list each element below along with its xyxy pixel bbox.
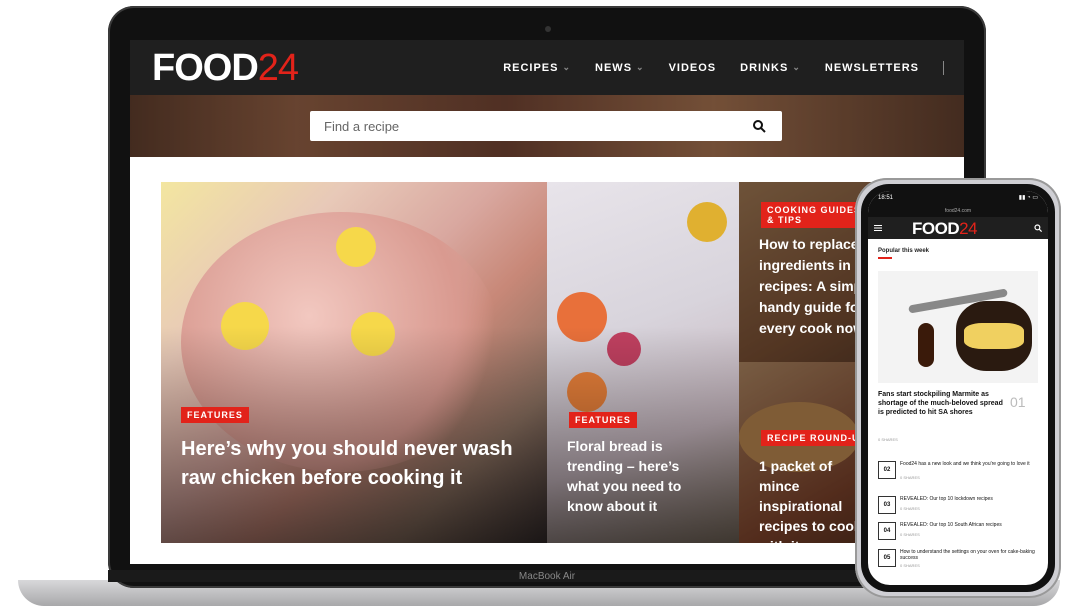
nav-videos[interactable]: VIDEOS [669, 62, 717, 74]
nav-recipes[interactable]: RECIPES ⌄ [503, 62, 571, 74]
search-bar[interactable] [310, 111, 782, 141]
share-count: 0 SHARES [900, 563, 920, 568]
phone-time: 18:51 [878, 195, 894, 201]
laptop-label: MacBook Air [518, 571, 576, 582]
signal-icon: ▮▮ ◔ ▭ [1018, 195, 1038, 201]
list-item-title: How to understand the settings on your o… [900, 549, 1035, 561]
article-headline[interactable]: Here’s why you should never wash raw chi… [181, 435, 531, 493]
list-item[interactable]: 03 REVEALED: Our top 10 lockdown recipes… [878, 496, 1038, 522]
rank-badge: 05 [878, 549, 896, 567]
list-item[interactable]: 05 How to understand the settings on you… [878, 549, 1038, 575]
heading-underline [878, 257, 892, 259]
phone-site-logo[interactable]: FOOD24 [912, 219, 978, 238]
category-tag[interactable]: FEATURES [569, 412, 637, 428]
popular-heading: Popular this week [878, 248, 930, 254]
menu-icon[interactable] [874, 224, 882, 232]
nav-news[interactable]: NEWS ⌄ [595, 62, 645, 74]
search-input[interactable] [322, 117, 746, 135]
logo-main: FOOD [912, 219, 960, 238]
nav-label: RECIPES [503, 61, 559, 74]
drip-image [918, 323, 934, 367]
list-item[interactable]: 02 Food24 has a new look and we think yo… [878, 461, 1038, 487]
share-count: 0 SHARES [878, 437, 898, 442]
featured-article-chicken[interactable]: FEATURES Here’s why you should never was… [161, 182, 547, 543]
list-item-title: REVEALED: Our top 10 lockdown recipes [900, 496, 993, 502]
site-logo[interactable]: FOOD24 [152, 47, 299, 89]
nav-drinks[interactable]: DRINKS ⌄ [740, 62, 801, 74]
camera-icon [545, 26, 551, 32]
site-header: FOOD24 RECIPES ⌄ NEWS ⌄ VIDEOS DRINKS ⌄ NEW… [130, 40, 964, 95]
nav-label: NEWS [595, 61, 633, 74]
top-article-title[interactable]: Fans start stockpiling Marmite as shorta… [878, 390, 1003, 417]
search-icon[interactable] [1034, 224, 1042, 232]
main-nav: RECIPES ⌄ NEWS ⌄ VIDEOS DRINKS ⌄ NEWSLETTER… [503, 40, 944, 95]
phone-site-header: FOOD24 [868, 217, 1048, 239]
nav-newsletters[interactable]: NEWSLETTERS [825, 62, 919, 74]
laptop-screen: FOOD24 RECIPES ⌄ NEWS ⌄ VIDEOS DRINKS ⌄ NEW… [130, 40, 964, 564]
nav-divider [943, 60, 944, 75]
nav-label: DRINKS [740, 61, 789, 74]
search-icon[interactable] [752, 119, 766, 133]
article-headline[interactable]: Floral bread is trending – here’s what y… [567, 436, 707, 516]
rank-badge: 03 [878, 496, 896, 514]
share-count: 0 SHARES [900, 475, 920, 480]
list-item[interactable]: 04 REVEALED: Our top 10 South African re… [878, 522, 1038, 548]
logo-num: 24 [959, 219, 978, 238]
phone-url-bar[interactable]: food24.com [868, 205, 1048, 217]
category-tag[interactable]: COOKING GUIDES & TIPS [761, 202, 869, 228]
logo-main: FOOD [152, 47, 259, 89]
top-article-rank: 01 [1010, 394, 1026, 410]
list-item-title: REVEALED: Our top 10 South African recip… [900, 522, 1002, 528]
article-headline[interactable]: 1 packet of mince inspirational recipes … [759, 456, 869, 543]
chevron-down-icon: ⌄ [792, 62, 801, 72]
rank-badge: 02 [878, 461, 896, 479]
nav-label: NEWSLETTERS [824, 61, 919, 74]
category-tag[interactable]: FEATURES [181, 407, 249, 423]
featured-article-floral-bread[interactable]: FEATURES Floral bread is trending – here… [547, 182, 739, 543]
share-count: 0 SHARES [900, 532, 920, 537]
jar-label-image [964, 323, 1024, 349]
share-count: 0 SHARES [900, 506, 920, 511]
logo-num: 24 [257, 47, 299, 89]
list-item-title: Food24 has a new look and we think you'r… [900, 461, 1030, 467]
chevron-down-icon: ⌄ [636, 62, 645, 72]
marmite-image[interactable] [878, 271, 1038, 383]
nav-label: VIDEOS [668, 61, 717, 74]
rank-badge: 04 [878, 522, 896, 540]
phone-screen: 18:51 ▮▮ ◔ ▭ food24.com FOOD24 Popular t… [868, 191, 1048, 585]
chevron-down-icon: ⌄ [562, 62, 572, 72]
